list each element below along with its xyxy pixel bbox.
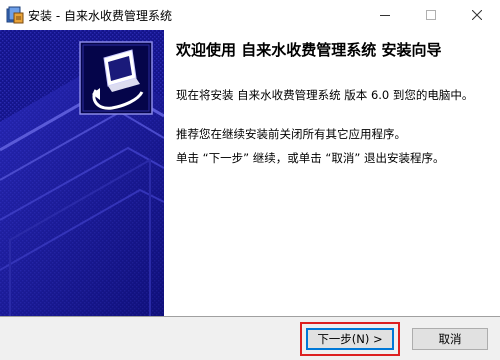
- installer-banner-graphic: [0, 30, 164, 316]
- recommend-text: 推荐您在继续安装前关闭所有其它应用程序。: [176, 127, 406, 141]
- cancel-button[interactable]: 取消: [412, 328, 488, 350]
- minimize-icon: [380, 15, 390, 16]
- close-button[interactable]: [454, 0, 500, 30]
- maximize-button[interactable]: [408, 0, 454, 30]
- welcome-content: 欢迎使用 自来水收费管理系统 安装向导 现在将安装 自来水收费管理系统 版本 6…: [164, 30, 500, 316]
- window-title: 安装 - 自来水收费管理系统: [28, 9, 172, 23]
- welcome-title: 欢迎使用 自来水收费管理系统 安装向导: [176, 41, 442, 59]
- instruction-text: 单击 “下一步” 继续，或单击 “取消” 退出安装程序。: [176, 151, 445, 165]
- maximize-icon: [426, 10, 436, 20]
- close-icon: [472, 10, 482, 20]
- title-bar: 安装 - 自来水收费管理系统: [0, 0, 500, 30]
- minimize-button[interactable]: [362, 0, 408, 30]
- next-button[interactable]: 下一步(N) >: [306, 328, 394, 350]
- installer-app-icon: [6, 6, 24, 24]
- installer-banner: [0, 30, 164, 316]
- install-description: 现在将安装 自来水收费管理系统 版本 6.0 到您的电脑中。: [176, 88, 474, 102]
- installer-window: 安装 - 自来水收费管理系统 欢迎使用 自来水收费管理系统 安装向导 现在将安装…: [0, 0, 500, 360]
